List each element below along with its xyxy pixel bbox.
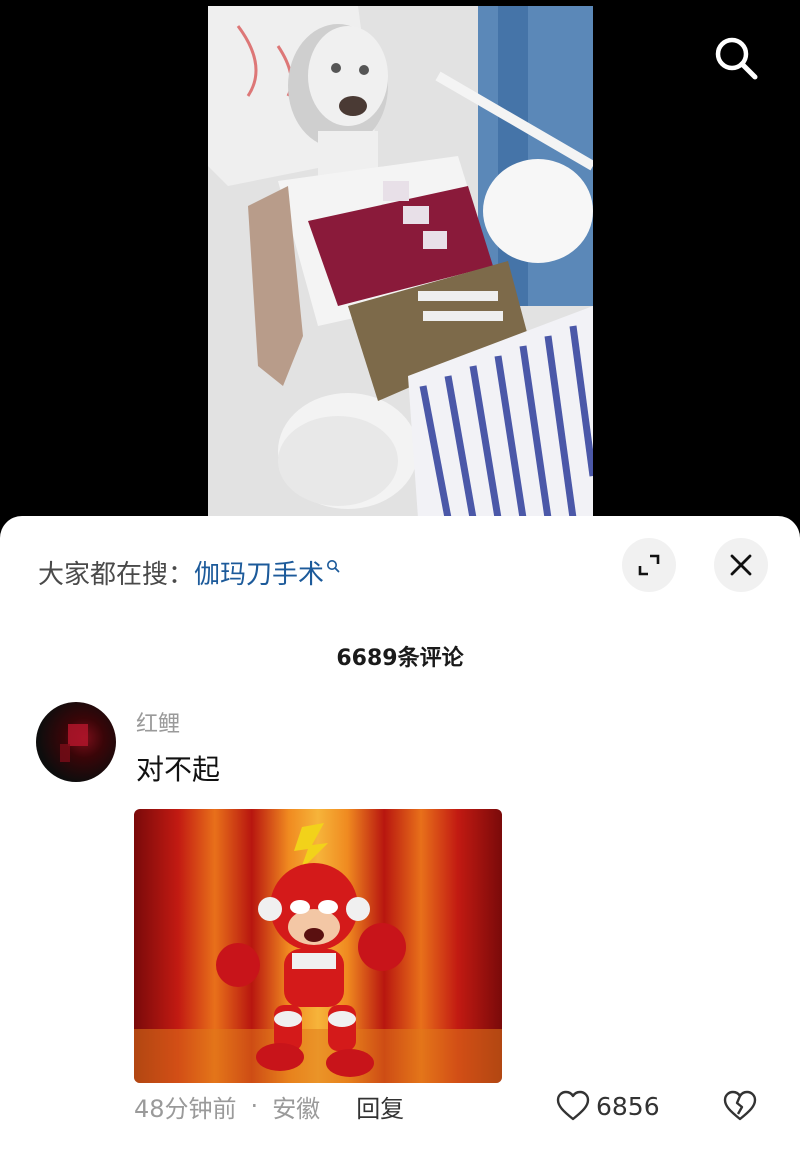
sticker-image xyxy=(134,809,502,1083)
like-count: 6856 xyxy=(596,1091,660,1121)
comment-time: 48分钟前 xyxy=(134,1094,237,1123)
comment-sheet: 大家都在搜： 伽玛刀手术 6689条评论 红鲤 对不起 48分钟前 · 安徽 回… xyxy=(0,516,800,1168)
dislike-button[interactable] xyxy=(720,1086,760,1126)
close-icon xyxy=(730,554,752,576)
close-button[interactable] xyxy=(714,538,768,592)
hot-search-term[interactable]: 伽玛刀手术 xyxy=(194,554,324,591)
mini-search-icon xyxy=(327,560,340,573)
search-icon xyxy=(715,37,758,80)
comment-meta: 48分钟前 · 安徽 回复 xyxy=(134,1088,404,1124)
broken-heart-icon xyxy=(723,1090,757,1121)
meta-separator: · xyxy=(250,1092,259,1120)
comment-count: 6689条评论 xyxy=(336,646,464,671)
search-button[interactable] xyxy=(706,28,766,88)
reply-button[interactable]: 回复 xyxy=(356,1089,404,1124)
hot-search-bar: 大家都在搜： 伽玛刀手术 xyxy=(38,552,340,592)
expand-icon xyxy=(638,554,660,576)
video-still xyxy=(208,6,593,518)
comment-text: 对不起 xyxy=(136,753,221,786)
heart-icon xyxy=(556,1090,590,1121)
hot-search-prefix: 大家都在搜： xyxy=(38,559,195,590)
avatar-image xyxy=(60,724,88,762)
video-player[interactable] xyxy=(0,0,800,540)
comment-item: 红鲤 对不起 48分钟前 · 安徽 回复 6856 xyxy=(0,702,800,1142)
hot-search-link[interactable]: 伽玛刀手术 xyxy=(194,554,340,591)
expand-button[interactable] xyxy=(622,538,676,592)
comment-username[interactable]: 红鲤 xyxy=(136,706,180,738)
comment-sticker[interactable] xyxy=(134,809,502,1083)
comment-location: 安徽 xyxy=(272,1094,321,1123)
video-frame[interactable] xyxy=(208,6,593,518)
like-button[interactable]: 6856 xyxy=(556,1086,660,1126)
avatar[interactable] xyxy=(36,702,116,782)
